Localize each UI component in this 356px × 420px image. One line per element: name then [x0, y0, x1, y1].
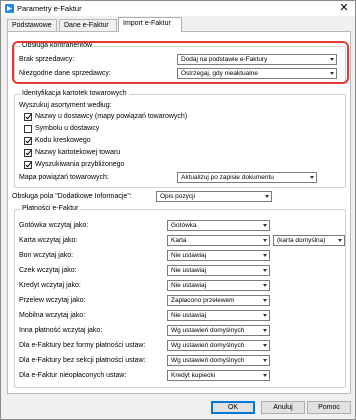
bez-formy-label: Dla e-Faktury bez formy płatności ustaw: [19, 342, 146, 349]
chevron-down-icon [263, 299, 267, 302]
przelew-select[interactable]: Zapłacono przelewem [167, 295, 270, 306]
wyszukuj-label: Wyszukuj asortyment według: [19, 102, 112, 109]
brak-sprzedawcy-label: Brak sprzedawcy: [19, 56, 75, 63]
bez-formy-select[interactable]: Wg ustawień domyślnych [167, 340, 270, 351]
mapa-powiazan-label: Mapa powiązań towarowych: [19, 174, 109, 181]
ok-button[interactable]: OK [211, 401, 255, 414]
chevron-down-icon [263, 239, 267, 242]
inna-platnosc-label: Inna płatność wczytaj jako: [19, 327, 103, 334]
chevron-down-icon [310, 176, 314, 179]
checkbox-wyszukiwania-przyblizonego[interactable] [24, 160, 32, 169]
chevron-down-icon [263, 284, 267, 287]
bon-label: Bon wczytaj jako: [19, 252, 74, 259]
checkbox-nazwy-dostawcy-label: Nazwy u dostawcy (mapy powiązań towarowy… [35, 113, 188, 120]
brak-sprzedawcy-select[interactable]: Dodaj na podstawie e-Faktury [177, 54, 337, 65]
help-button[interactable]: Pomoc [307, 401, 351, 414]
karta-extra-value: (karta domyślna) [277, 237, 326, 244]
mobilna-value: Nie ustawiaj [171, 312, 207, 319]
czek-label: Czek wczytaj jako: [19, 267, 77, 274]
tab-panel: Obsługa kontrahentów Brak sprzedawcy: Do… [7, 31, 351, 394]
chevron-down-icon [263, 314, 267, 317]
chevron-down-icon [330, 72, 334, 75]
bez-sekcji-select[interactable]: Wg ustawień domyślnych [167, 355, 270, 366]
niezgodne-dane-value: Ostrzegaj, gdy nieaktualne [181, 70, 258, 77]
dodatkowe-informacje-label: Obsługa pola "Dodatkowe Informacje": [12, 193, 132, 200]
checkbox-nazwy-dostawcy[interactable] [24, 112, 32, 121]
app-icon [5, 4, 14, 13]
checkbox-symbolu-dostawcy-label: Symbolu u dostawcy [35, 125, 100, 132]
checkbox-symbolu-dostawcy[interactable] [24, 125, 32, 133]
checkbox-nazwy-kartotekowej-label: Nazwy kartotekowej towaru [35, 149, 121, 156]
group-platnosci-legend: Płatności e-Faktur [20, 205, 81, 212]
przelew-value: Zapłacono przelewem [171, 297, 235, 304]
nieoplacone-label: Dla e-Faktur nieopłaconych ustaw: [19, 372, 127, 379]
checkbox-wyszukiwania-przyblizonego-label: Wyszukiwania przybliżonego [35, 161, 125, 168]
cancel-button[interactable]: Anuluj [261, 401, 305, 414]
bez-formy-value: Wg ustawień domyślnych [171, 342, 245, 349]
karta-extra-select[interactable]: (karta domyślna) [273, 235, 345, 246]
dialog-window: Parametry e-Faktur ✕ Podstawowe Dane e-F… [0, 0, 356, 420]
bez-sekcji-value: Wg ustawień domyślnych [171, 357, 245, 364]
chevron-down-icon [263, 254, 267, 257]
brak-sprzedawcy-value: Dodaj na podstawie e-Faktury [181, 56, 268, 63]
karta-value: Karta [171, 237, 187, 244]
chevron-down-icon [263, 344, 267, 347]
gotowka-value: Gotówka [171, 222, 197, 229]
chevron-down-icon [263, 329, 267, 332]
nieoplacone-select[interactable]: Kredyt kupiecki [167, 370, 270, 381]
chevron-down-icon [263, 374, 267, 377]
chevron-down-icon [263, 359, 267, 362]
chevron-down-icon [263, 224, 267, 227]
kredyt-value: Nie ustawiaj [171, 282, 207, 289]
bon-value: Nie ustawiaj [171, 252, 207, 259]
mapa-powiazan-value: Aktualizuj po zapisie dokumentu [181, 174, 274, 181]
tab-import-efaktur[interactable]: Import e-Faktur [118, 17, 182, 32]
dodatkowe-informacje-value: Opis pozycji [160, 193, 196, 200]
chevron-down-icon [265, 195, 269, 198]
przelew-label: Przelew wczytaj jako: [19, 297, 86, 304]
mobilna-select[interactable]: Nie ustawiaj [167, 310, 270, 321]
mobilna-label: Mobilna wczytaj jako: [19, 312, 86, 319]
kredyt-select[interactable]: Nie ustawiaj [167, 280, 270, 291]
czek-value: Nie ustawiaj [171, 267, 207, 274]
checkbox-kodu-kreskowego-label: Kodu kreskowego [35, 137, 91, 144]
karta-select[interactable]: Karta [167, 235, 270, 246]
niezgodne-dane-select[interactable]: Ostrzegaj, gdy nieaktualne [177, 68, 337, 79]
inna-platnosc-select[interactable]: Wg ustawień domyślnych [167, 325, 270, 336]
close-icon[interactable]: ✕ [337, 2, 351, 15]
group-kartoteki-legend: Identyfikacja kartotek towarowych [20, 90, 129, 97]
bez-sekcji-label: Dla e-Faktury bez sekcji płatności ustaw… [19, 357, 146, 364]
chevron-down-icon [330, 58, 334, 61]
window-title: Parametry e-Faktur [17, 4, 82, 13]
chevron-down-icon [338, 239, 342, 242]
nieoplacone-value: Kredyt kupiecki [171, 372, 216, 379]
gotowka-label: Gotówka wczytaj jako: [19, 222, 89, 229]
gotowka-select[interactable]: Gotówka [167, 220, 270, 231]
title-bar: Parametry e-Faktur ✕ [1, 1, 355, 16]
czek-select[interactable]: Nie ustawiaj [167, 265, 270, 276]
bon-select[interactable]: Nie ustawiaj [167, 250, 270, 261]
dodatkowe-informacje-select[interactable]: Opis pozycji [156, 191, 272, 202]
checkbox-nazwy-kartotekowej[interactable] [24, 148, 32, 157]
checkbox-kodu-kreskowego[interactable] [24, 136, 32, 145]
chevron-down-icon [263, 269, 267, 272]
mapa-powiazan-select[interactable]: Aktualizuj po zapisie dokumentu [177, 172, 317, 183]
inna-platnosc-value: Wg ustawień domyślnych [171, 327, 245, 334]
niezgodne-dane-label: Niezgodne dane sprzedawcy: [19, 70, 111, 77]
karta-label: Karta wczytaj jako: [19, 237, 78, 244]
kredyt-label: Kredyt wczytaj jako: [19, 282, 81, 289]
